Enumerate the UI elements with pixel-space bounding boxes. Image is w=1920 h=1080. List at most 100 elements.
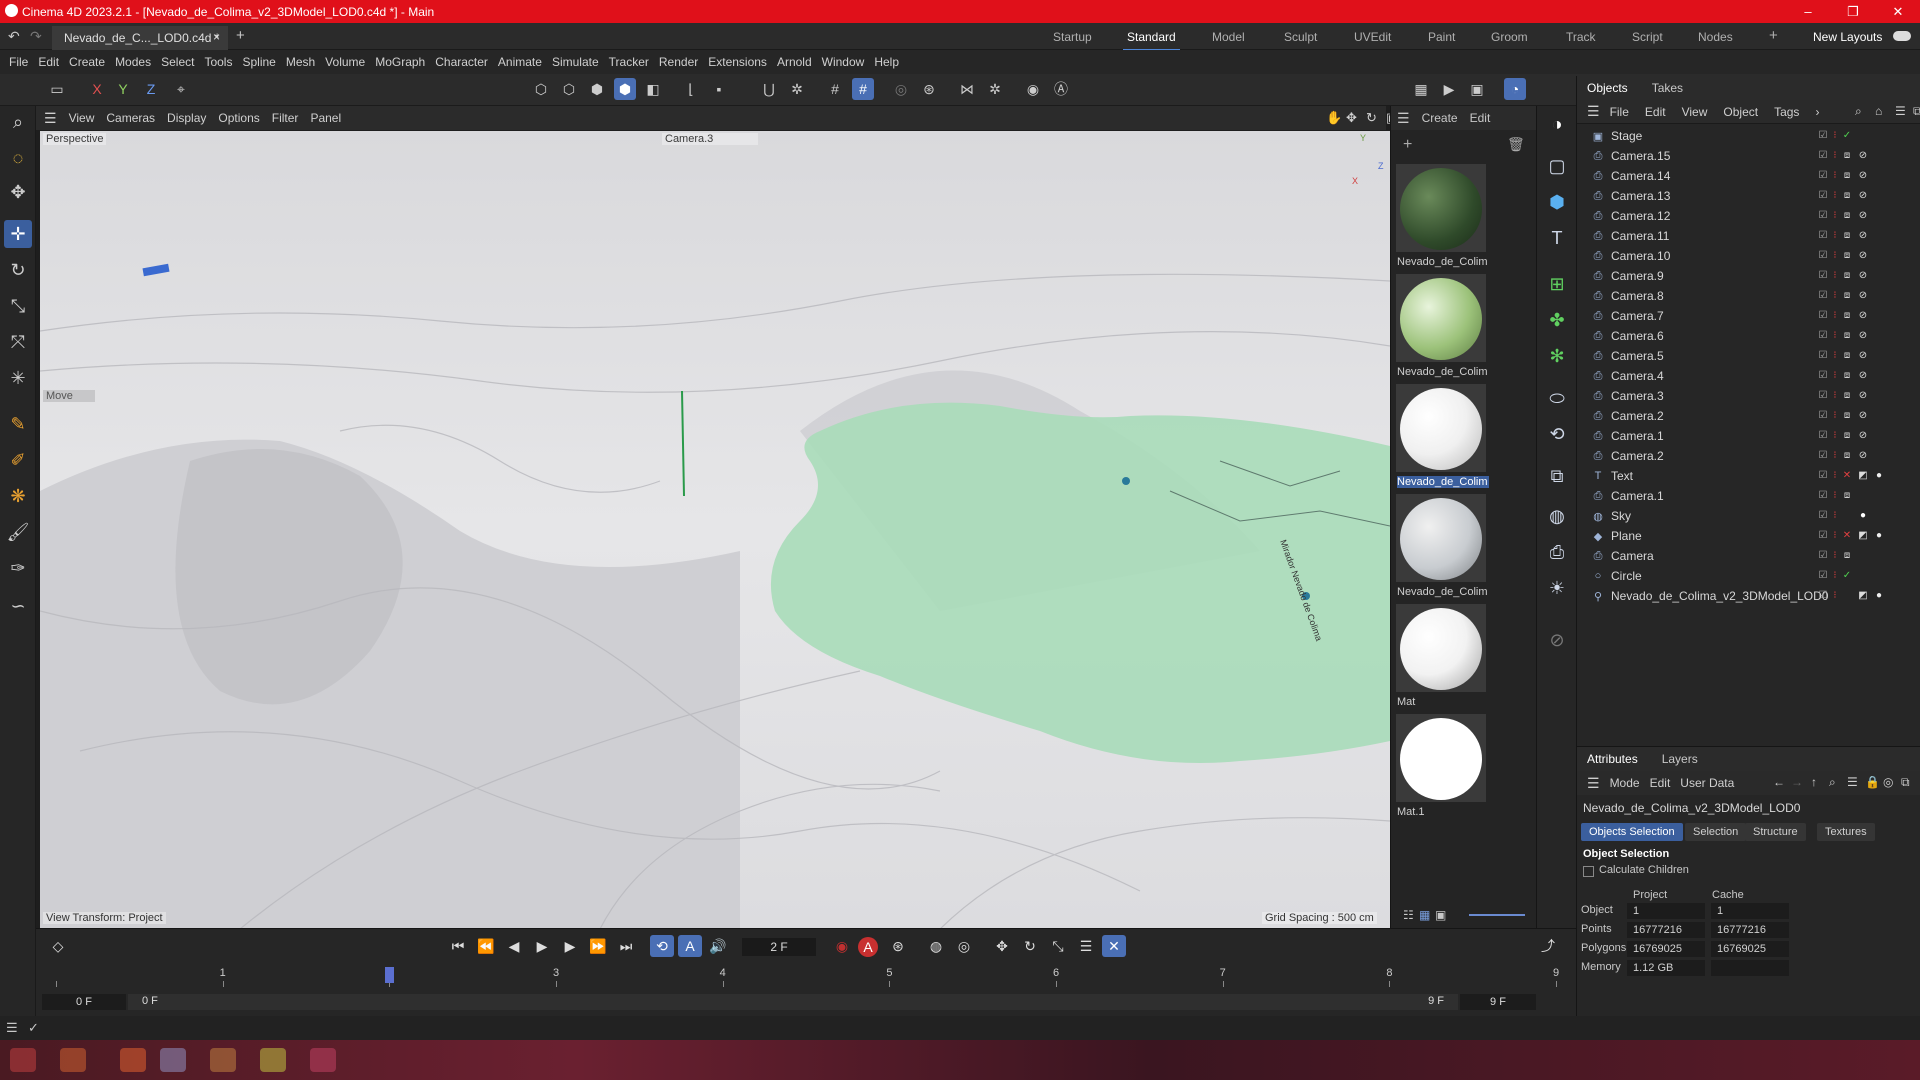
- search-icon[interactable]: ⌕: [1855, 104, 1862, 119]
- layer-toggle-icon[interactable]: ☑: [1817, 249, 1829, 261]
- placement-tool-icon[interactable]: ✳: [4, 364, 32, 392]
- visibility-dots-icon[interactable]: ⁝: [1829, 449, 1841, 461]
- key-settings-icon[interactable]: ⊛: [886, 935, 910, 957]
- axis-mode-icon[interactable]: ⌊: [680, 78, 702, 100]
- layer-toggle-icon[interactable]: ☑: [1817, 289, 1829, 301]
- timeline-end-field[interactable]: 9 F: [1460, 994, 1536, 1010]
- objects-menu-edit[interactable]: Edit: [1645, 105, 1666, 119]
- visibility-dots-icon[interactable]: ⁝: [1829, 389, 1841, 401]
- search-icon[interactable]: ⌕: [4, 108, 32, 136]
- coordinate-system-icon[interactable]: ⌖: [170, 78, 192, 100]
- selection-button[interactable]: Selection: [1685, 823, 1747, 841]
- maximize-button[interactable]: ❐: [1830, 0, 1876, 23]
- enabled-check-icon[interactable]: ✓: [1841, 129, 1853, 141]
- menu-select[interactable]: Select: [161, 55, 194, 69]
- add-material-icon[interactable]: +: [1403, 136, 1412, 154]
- layout-uvedit[interactable]: UVEdit: [1354, 30, 1391, 44]
- material-slot-3[interactable]: Nevado_de_Colim: [1396, 384, 1489, 488]
- object-row[interactable]: ⎙ Camera.3 ☑ ⁝ ⧈ ⊘: [1577, 386, 1920, 406]
- object-row[interactable]: T Text ☑ ⁝ ✕ ◩ ●: [1577, 466, 1920, 486]
- menu-window[interactable]: Window: [822, 55, 865, 69]
- menu-animate[interactable]: Animate: [498, 55, 542, 69]
- material-tag-icon[interactable]: ●: [1873, 469, 1885, 481]
- camera-target-icon[interactable]: ⧈: [1841, 489, 1853, 501]
- axis-y-lock[interactable]: Y: [112, 78, 134, 100]
- visibility-dots-icon[interactable]: ⁝: [1829, 269, 1841, 281]
- loop-icon[interactable]: ⟲: [650, 935, 674, 957]
- current-frame-field[interactable]: 2 F: [742, 938, 816, 956]
- object-row[interactable]: ◆ Plane ☑ ⁝ ✕ ◩ ●: [1577, 526, 1920, 546]
- object-row[interactable]: ⎙ Camera ☑ ⁝ ⧈: [1577, 546, 1920, 566]
- disabled-tool-icon[interactable]: ⊘: [1543, 626, 1571, 654]
- new-window-icon[interactable]: ⧉: [1913, 104, 1920, 119]
- cube-primitive-icon[interactable]: ▢: [1543, 152, 1571, 180]
- menu-help[interactable]: Help: [874, 55, 899, 69]
- layer-toggle-icon[interactable]: ☑: [1817, 549, 1829, 561]
- rotation-key-icon[interactable]: ↻: [1018, 935, 1042, 957]
- knife-icon[interactable]: ✑: [4, 554, 32, 582]
- layout-nodes[interactable]: Nodes: [1698, 30, 1733, 44]
- viewport-move-icon[interactable]: ✥: [1346, 110, 1357, 126]
- visibility-dots-icon[interactable]: ⁝: [1829, 429, 1841, 441]
- generator-icon[interactable]: ⊞: [1543, 270, 1571, 298]
- light-icon[interactable]: ☀: [1543, 574, 1571, 602]
- protection-tag-icon[interactable]: ⊘: [1857, 149, 1869, 161]
- visibility-dots-icon[interactable]: ⁝: [1829, 529, 1841, 541]
- snap-settings-icon[interactable]: ✲: [786, 78, 808, 100]
- taskbar-app-icon[interactable]: [60, 1048, 86, 1072]
- arrow-right-icon[interactable]: →: [1791, 775, 1803, 789]
- object-row[interactable]: ⎙ Camera.7 ☑ ⁝ ⧈ ⊘: [1577, 306, 1920, 326]
- taskbar-app-icon[interactable]: [10, 1048, 36, 1072]
- arnold-ipr-icon[interactable]: ◉: [1022, 78, 1044, 100]
- param-key-icon[interactable]: ☰: [1074, 935, 1098, 957]
- arrow-left-icon[interactable]: ←: [1773, 775, 1785, 789]
- object-row[interactable]: ⎙ Camera.5 ☑ ⁝ ⧈ ⊘: [1577, 346, 1920, 366]
- f-curve-icon[interactable]: ⤴: [1536, 935, 1560, 957]
- sound-icon[interactable]: 🔊: [706, 935, 730, 957]
- material-tag-icon[interactable]: ●: [1873, 529, 1885, 541]
- menu-modes[interactable]: Modes: [115, 55, 151, 69]
- layer-toggle-icon[interactable]: ☑: [1817, 569, 1829, 581]
- edit-render-settings-icon[interactable]: ▣: [1466, 78, 1488, 100]
- camera-target-icon[interactable]: ⧈: [1841, 189, 1853, 201]
- object-row[interactable]: ⎙ Camera.8 ☑ ⁝ ⧈ ⊘: [1577, 286, 1920, 306]
- material-slot-6[interactable]: Mat.1: [1396, 714, 1486, 818]
- material-slot-4[interactable]: Nevado_de_Colim: [1396, 494, 1488, 598]
- cube-icon[interactable]: ⬢: [1543, 188, 1571, 216]
- protection-tag-icon[interactable]: ⊘: [1857, 209, 1869, 221]
- field-icon[interactable]: ⬭: [1543, 384, 1571, 412]
- uvw-tag-icon[interactable]: ◩: [1857, 589, 1869, 601]
- live-selection-icon[interactable]: ◌: [4, 144, 32, 172]
- visibility-dots-icon[interactable]: ⁝: [1829, 589, 1841, 601]
- object-row[interactable]: ⎙ Camera.15 ☑ ⁝ ⧈ ⊘: [1577, 146, 1920, 166]
- layer-toggle-icon[interactable]: ☑: [1817, 329, 1829, 341]
- record-icon[interactable]: ◉: [830, 935, 854, 957]
- close-tab-icon[interactable]: ×: [213, 30, 220, 44]
- material-slot-5[interactable]: Mat: [1396, 604, 1486, 708]
- camera-target-icon[interactable]: ⧈: [1841, 309, 1853, 321]
- camera-target-icon[interactable]: ⧈: [1841, 149, 1853, 161]
- viewport-label-camera[interactable]: Camera.3: [662, 133, 758, 145]
- minimize-button[interactable]: –: [1785, 0, 1831, 23]
- camera-target-icon[interactable]: ⧈: [1841, 209, 1853, 221]
- next-key-icon[interactable]: ⏩: [586, 935, 610, 957]
- layout-groom[interactable]: Groom: [1491, 30, 1528, 44]
- timeline-ruler[interactable]: 0123456789: [50, 967, 1564, 987]
- texture-mode-icon[interactable]: ◧: [642, 78, 664, 100]
- object-row[interactable]: ⎙ Camera.1 ☑ ⁝ ⧈: [1577, 486, 1920, 506]
- grid-view-icon[interactable]: ▦: [1419, 908, 1430, 922]
- visibility-dots-icon[interactable]: ⁝: [1829, 409, 1841, 421]
- visibility-dots-icon[interactable]: ⁝: [1829, 289, 1841, 301]
- scale-tool-icon[interactable]: ⤡: [4, 292, 32, 320]
- visibility-dots-icon[interactable]: ⁝: [1829, 549, 1841, 561]
- layout-model[interactable]: Model: [1212, 30, 1245, 44]
- menu-simulate[interactable]: Simulate: [552, 55, 599, 69]
- deformer-icon[interactable]: ✻: [1543, 342, 1571, 370]
- autokey-icon[interactable]: A: [858, 937, 878, 957]
- menu-tools[interactable]: Tools: [204, 55, 232, 69]
- viewport-rotate-icon[interactable]: ↻: [1366, 110, 1377, 126]
- object-row[interactable]: ⎙ Camera.13 ☑ ⁝ ⧈ ⊘: [1577, 186, 1920, 206]
- arnold-icon[interactable]: Ⓐ: [1050, 78, 1072, 100]
- layer-toggle-icon[interactable]: ☑: [1817, 429, 1829, 441]
- object-row[interactable]: ○ Circle ☑ ⁝ ✓: [1577, 566, 1920, 586]
